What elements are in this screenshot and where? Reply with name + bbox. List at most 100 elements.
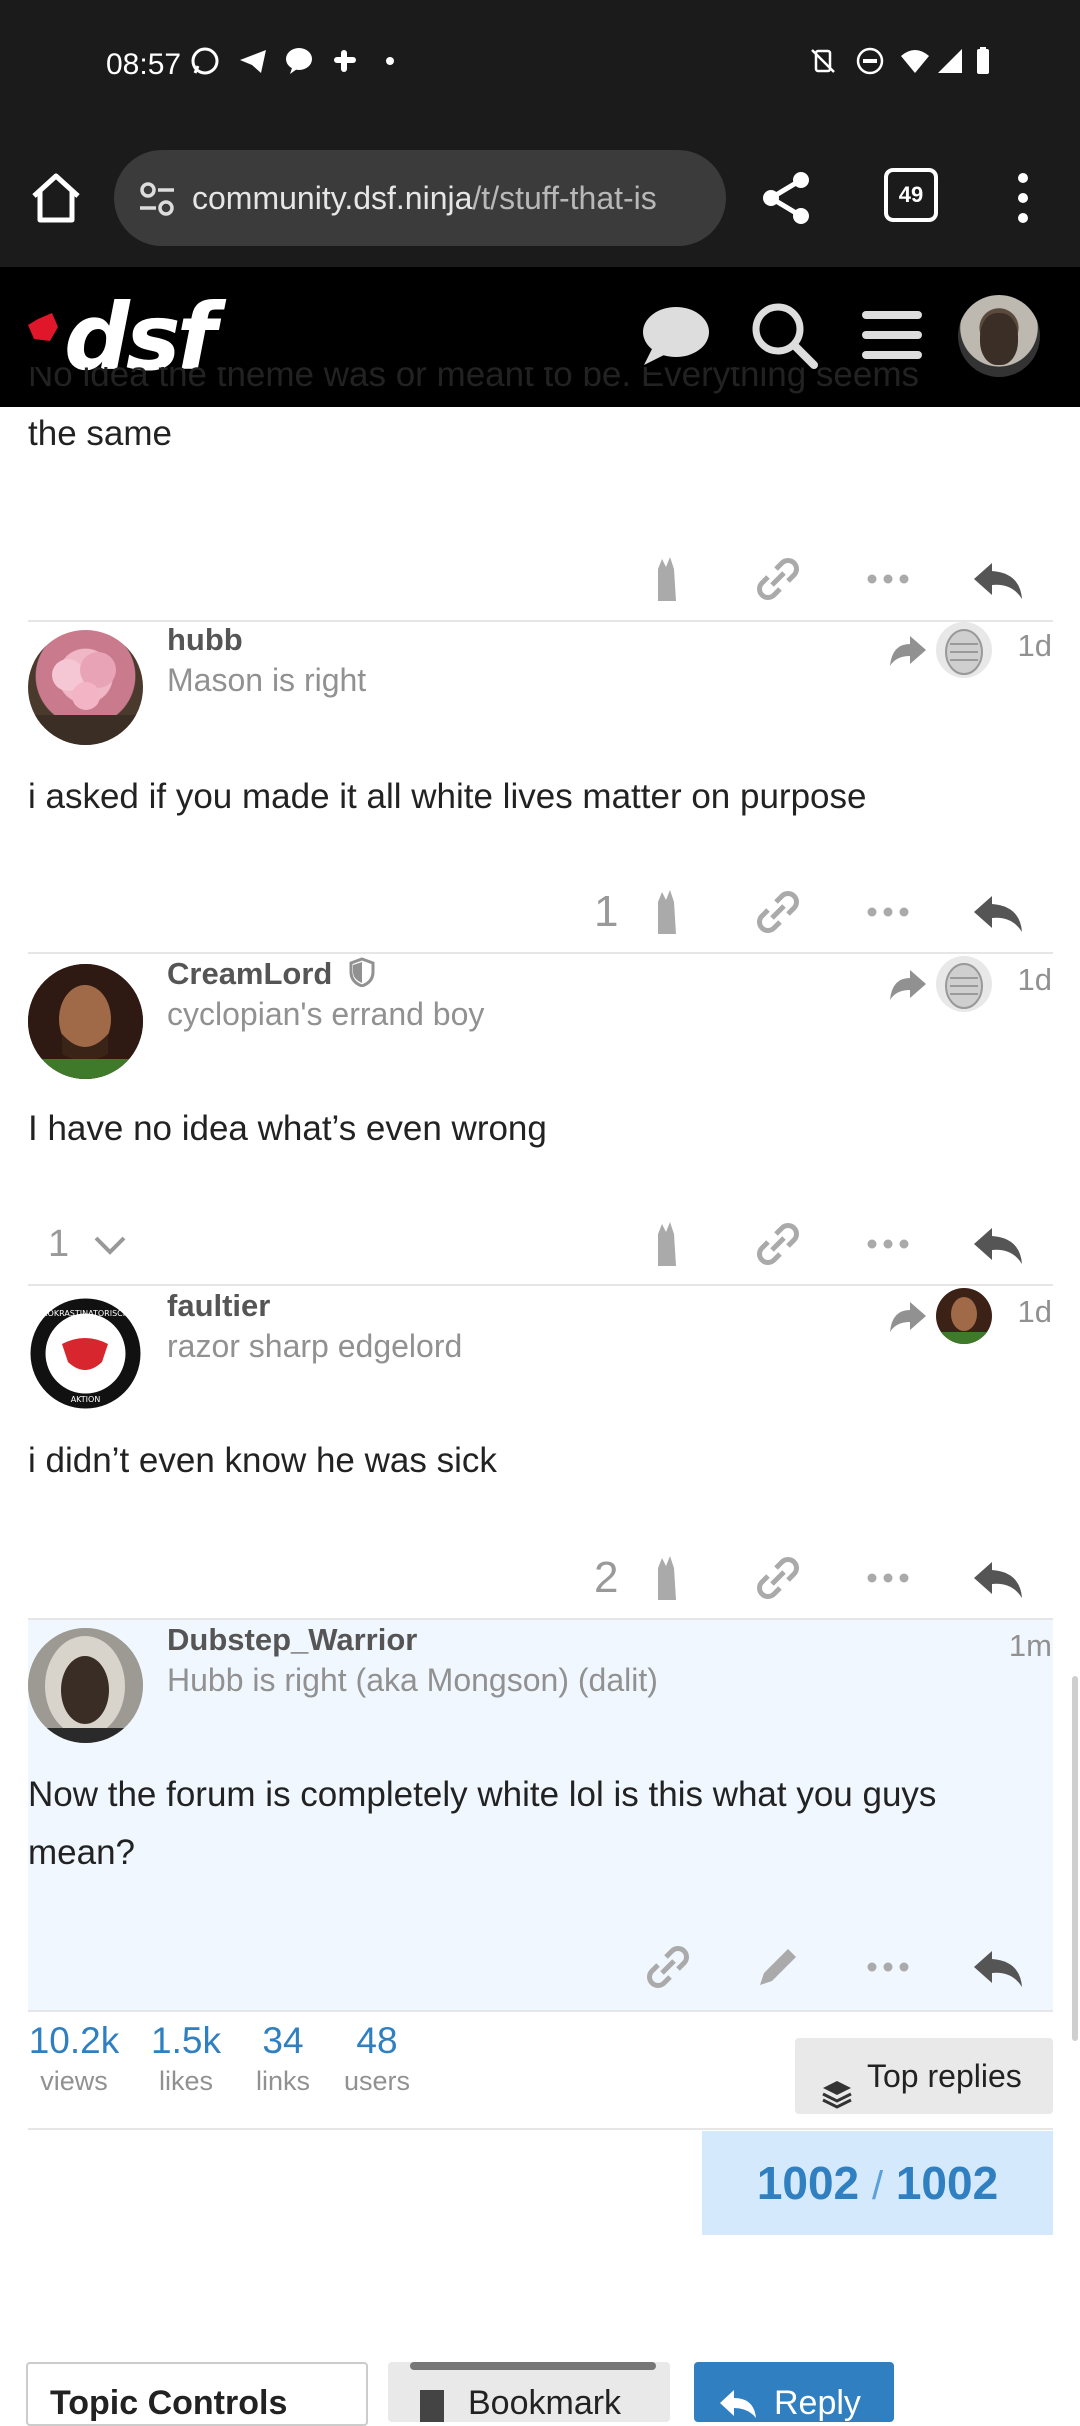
reply-icon[interactable] <box>970 884 1026 940</box>
post-date[interactable]: 1d <box>1018 962 1052 998</box>
more-icon[interactable] <box>860 1939 916 1995</box>
reply-button[interactable]: Reply <box>694 2362 894 2422</box>
status-time: 08:57 <box>106 48 182 81</box>
partial-post-line2: the same <box>28 414 172 453</box>
link-icon[interactable] <box>750 1216 806 1272</box>
post-date[interactable]: 1d <box>1018 1294 1052 1330</box>
stat-users[interactable]: 48 users <box>340 2020 414 2097</box>
link-icon[interactable] <box>640 1939 696 1995</box>
more-icon[interactable] <box>860 1216 916 1272</box>
hamburger-menu-icon[interactable] <box>856 299 928 371</box>
signal-icon <box>935 46 965 76</box>
reply-to-icon[interactable] <box>888 630 928 670</box>
shield-icon <box>349 957 375 995</box>
reply-icon[interactable] <box>970 551 1026 607</box>
battery-icon <box>968 46 998 76</box>
stat-links[interactable]: 34 links <box>250 2020 316 2097</box>
stat-views: 10.2k views <box>28 2020 120 2097</box>
slack-icon <box>330 46 360 76</box>
layers-icon <box>821 2060 853 2109</box>
telegram-icon <box>238 46 268 76</box>
like-icon[interactable] <box>640 1550 696 1606</box>
post-username[interactable]: Dubstep_Warrior <box>167 1622 417 1658</box>
topic-controls-label: Topic Controls <box>50 2384 288 2422</box>
url-text: community.dsf.ninja/t/stuff-that-is <box>192 180 712 217</box>
reply-icon <box>718 2388 758 2418</box>
post-username[interactable]: faultier <box>167 1288 270 1324</box>
progress-separator: / <box>871 2164 884 2208</box>
chat-icon[interactable] <box>638 299 710 371</box>
post-actions: 1 <box>0 884 1080 944</box>
like-count[interactable]: 2 <box>594 1550 618 1606</box>
post-username[interactable]: CreamLord <box>167 956 375 995</box>
post-body: I have no idea what’s even wrong <box>28 1109 547 1148</box>
post-username[interactable]: hubb <box>167 622 243 658</box>
reply-to-avatar[interactable] <box>936 1288 992 1344</box>
reply-icon[interactable] <box>970 1550 1026 1606</box>
browser-toolbar: community.dsf.ninja/t/stuff-that-is 49 <box>0 132 1080 267</box>
like-icon[interactable] <box>640 551 696 607</box>
replies-count[interactable]: 1 <box>48 1216 69 1272</box>
user-title: cyclopian's errand boy <box>167 996 485 1032</box>
edit-icon[interactable] <box>750 1939 806 1995</box>
post-actions <box>0 551 1080 611</box>
stat-likes[interactable]: 1.5k likes <box>146 2020 226 2097</box>
avatar[interactable] <box>28 630 143 745</box>
dot-icon <box>375 46 405 76</box>
chevron-down-icon[interactable] <box>82 1216 138 1272</box>
more-icon[interactable] <box>860 551 916 607</box>
partial-post-body: No idea the theme was or meant to be. Ev… <box>28 367 1038 463</box>
post-body: Now the forum is completely white lol is… <box>28 1775 937 1872</box>
avatar[interactable] <box>28 964 143 1079</box>
post-date[interactable]: 1m <box>1009 1628 1052 1664</box>
reply-icon[interactable] <box>970 1939 1026 1995</box>
topic-controls-button[interactable]: Topic Controls <box>26 2362 368 2426</box>
stats-divider <box>28 2128 1053 2130</box>
link-icon[interactable] <box>750 884 806 940</box>
reply-label: Reply <box>774 2384 861 2422</box>
stat-users-number: 48 <box>356 2020 398 2061</box>
user-title: Hubb is right (aka Mongson) (dalit) <box>167 1662 658 1698</box>
scrollbar-thumb[interactable] <box>1072 1676 1078 2041</box>
more-icon[interactable] <box>860 1550 916 1606</box>
reply-to-avatar[interactable] <box>936 956 992 1012</box>
bookmark-bar <box>410 2362 656 2370</box>
more-vert-icon[interactable] <box>1008 166 1038 230</box>
like-icon[interactable] <box>640 1216 696 1272</box>
stat-links-number: 34 <box>262 2020 304 2061</box>
bookmark-icon <box>420 2390 444 2422</box>
bookmark-button[interactable]: Bookmark <box>388 2362 670 2422</box>
address-bar[interactable]: community.dsf.ninja/t/stuff-that-is <box>114 150 726 246</box>
current-user-avatar[interactable] <box>958 295 1040 377</box>
post-body: i asked if you made it all white lives m… <box>28 777 867 816</box>
link-icon[interactable] <box>750 1550 806 1606</box>
avatar[interactable] <box>28 1628 143 1743</box>
top-replies-button[interactable]: Top replies <box>795 2038 1053 2114</box>
like-icon[interactable] <box>640 884 696 940</box>
wifi-icon <box>900 46 930 76</box>
search-icon[interactable] <box>748 299 820 371</box>
post-actions: 2 <box>0 1550 1080 1610</box>
post-date[interactable]: 1d <box>1018 628 1052 664</box>
share-icon[interactable] <box>757 168 817 228</box>
link-icon[interactable] <box>750 551 806 607</box>
home-icon[interactable] <box>26 166 86 230</box>
avatar[interactable]: PROKRASTINATORISCHE AKTION <box>28 1296 143 1411</box>
tab-switcher-button[interactable]: 49 <box>884 168 938 222</box>
stat-users-label: users <box>343 2066 411 2096</box>
stat-likes-number: 1.5k <box>151 2020 221 2061</box>
status-bar: 08:57 <box>0 0 1080 132</box>
url-path: /t/stuff-that-is <box>472 180 657 216</box>
post-actions: 1 <box>0 1216 1080 1276</box>
reply-to-avatar[interactable] <box>936 622 992 678</box>
post-divider <box>28 2010 1053 2012</box>
like-count[interactable]: 1 <box>594 884 618 940</box>
post-actions <box>0 1939 1080 1999</box>
reply-to-icon[interactable] <box>888 1296 928 1336</box>
reply-to-icon[interactable] <box>888 964 928 1004</box>
topic-progress[interactable]: 1002 / 1002 <box>702 2131 1053 2235</box>
dnd-icon <box>855 46 885 76</box>
more-icon[interactable] <box>860 884 916 940</box>
site-settings-icon[interactable] <box>136 178 178 220</box>
reply-icon[interactable] <box>970 1216 1026 1272</box>
